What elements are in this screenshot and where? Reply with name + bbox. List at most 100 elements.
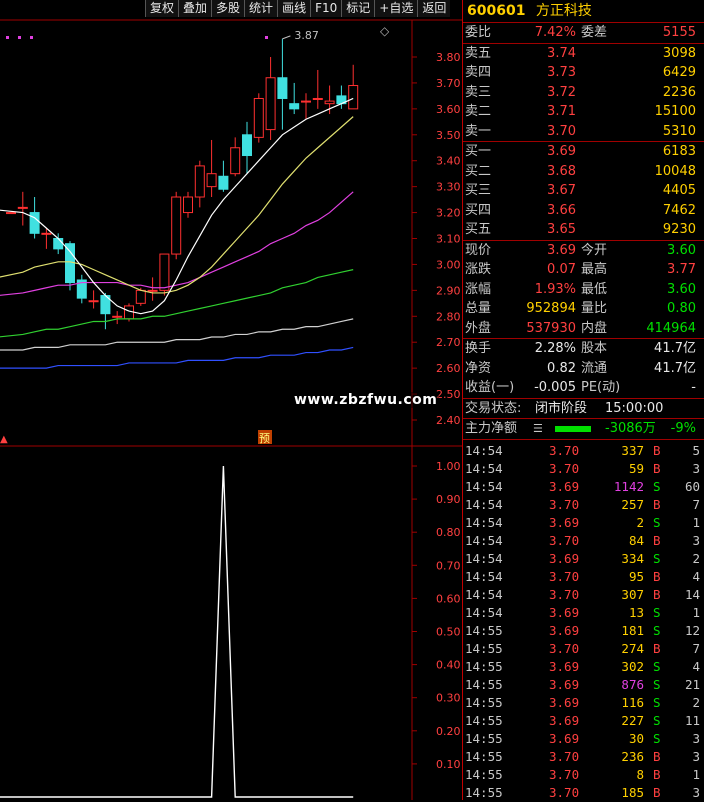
tick-time: 14:54 [465, 496, 503, 512]
tick-price: 3.69 [549, 712, 580, 728]
tick-side: S [653, 694, 661, 710]
price-tick-label: 3.80 [436, 51, 461, 64]
stat-label: 量比 [581, 301, 608, 316]
tick-volume: 181 [621, 622, 644, 638]
ma-line-ma120 [0, 318, 354, 351]
tick-time: 14:54 [465, 442, 503, 458]
tick-time: 14:55 [465, 712, 503, 728]
bid-row[interactable]: 买二 3.68 10048 [463, 162, 704, 182]
tick-side: B [653, 766, 661, 782]
stat-label: 内盘 [581, 320, 608, 336]
tick-price: 3.70 [549, 496, 580, 512]
toolbar-button[interactable]: 标记 [341, 0, 375, 17]
price-tick-label: 2.50 [436, 388, 461, 401]
stock-title[interactable]: 600601 方正科技 [463, 0, 704, 22]
price-tick-label: 2.60 [436, 362, 461, 375]
tick-side: B [653, 748, 661, 764]
toolbar-button[interactable]: 叠加 [178, 0, 212, 17]
weicha-label: 委差 [581, 25, 608, 40]
tick-count: 7 [692, 640, 700, 656]
tick-price: 3.70 [549, 748, 580, 764]
level-label: 卖二 [465, 104, 492, 119]
indicator-tick-label: 0.10 [436, 758, 461, 771]
tick-volume: 84 [628, 532, 644, 548]
tick-count: 4 [692, 658, 700, 674]
candle-body [301, 100, 311, 103]
candle-body [194, 165, 205, 198]
ask-row[interactable]: 卖一 3.70 5310 [463, 122, 704, 142]
tick-volume: 13 [628, 604, 644, 620]
tick-time: 14:55 [465, 658, 503, 674]
tick-count: 11 [684, 712, 700, 728]
price-tick-label: 3.20 [436, 207, 461, 220]
zhuli-row[interactable]: 主力净额 ☰ -3086万 -9% [463, 419, 704, 439]
tick-price: 3.69 [549, 658, 580, 674]
tick-row: 14:54 3.69 334 S 2 [463, 550, 704, 568]
ask-row[interactable]: 卖三 3.72 2236 [463, 83, 704, 103]
bid-row[interactable]: 买四 3.66 7462 [463, 201, 704, 221]
price-tick-label: 3.30 [436, 181, 461, 194]
tick-side: S [653, 622, 661, 638]
signal-dot [265, 36, 268, 39]
tick-time: 14:54 [465, 568, 503, 584]
quote-row: 外盘 537930 内盘 414964 [463, 319, 704, 339]
stat-value: 3.60 [667, 242, 696, 258]
toolbar-button[interactable]: 复权 [145, 0, 179, 17]
stat-label: 外盘 [465, 320, 492, 336]
indicator-tick-label: 0.50 [436, 626, 461, 639]
tick-count: 3 [692, 730, 700, 746]
zhuli-value: -3086万 [605, 421, 656, 436]
doc-icon[interactable]: ☰ [533, 419, 543, 439]
ask-row[interactable]: 卖二 3.71 15100 [463, 102, 704, 122]
level-price: 3.74 [547, 45, 576, 61]
toolbar-button[interactable]: F10 [310, 0, 342, 17]
bid-row[interactable]: 买五 3.65 9230 [463, 220, 704, 240]
signal-dot [18, 36, 21, 39]
stat-label: 现价 [465, 242, 492, 258]
tick-volume: 8 [636, 766, 644, 782]
tick-volume: 59 [628, 460, 644, 476]
trade-status-value: 闭市阶段 [535, 400, 588, 416]
level-label: 卖一 [465, 123, 492, 139]
toolbar-button[interactable]: 画线 [277, 0, 311, 17]
level-price: 3.68 [547, 163, 576, 179]
ask-row[interactable]: 卖五 3.74 3098 [463, 44, 704, 64]
stat-value: -0.005 [534, 380, 576, 395]
stat-value: 952894 [526, 301, 576, 316]
tick-time: 14:54 [465, 550, 503, 566]
candle-body [312, 97, 323, 100]
yu-tag: 预 [259, 432, 270, 445]
toolbar-button[interactable]: 统计 [244, 0, 278, 17]
weibi-label: 委比 [465, 25, 492, 40]
tick-row: 14:54 3.70 59 B 3 [463, 460, 704, 478]
tick-price: 3.69 [549, 514, 580, 530]
tick-time: 14:54 [465, 532, 503, 548]
level-label: 买五 [465, 222, 492, 237]
weibi-row: 委比 7.42% 委差 5155 [463, 23, 704, 43]
kline-chart-area[interactable]: 3.80 3.70 3.60 3.50 3.40 3.30 3.20 3.10 3.00 2.90… [0, 0, 462, 800]
ask-row[interactable]: 卖四 3.73 6429 [463, 63, 704, 83]
tick-row: 14:55 3.70 185 B 3 [463, 784, 704, 802]
stat-label: 今开 [581, 242, 608, 258]
toolbar-button[interactable]: 返回 [417, 0, 451, 17]
toolbar-button[interactable]: 多股 [211, 0, 245, 17]
bid-row[interactable]: 买一 3.69 6183 [463, 142, 704, 162]
tick-count: 3 [692, 532, 700, 548]
tick-price: 3.69 [549, 622, 580, 638]
tick-time: 14:54 [465, 460, 503, 476]
tick-side: S [653, 478, 661, 494]
candle-body [6, 212, 16, 215]
tick-volume: 307 [621, 586, 644, 602]
tick-side: S [653, 550, 661, 566]
stat-value: 0.80 [667, 301, 696, 316]
tick-count: 4 [692, 568, 700, 584]
tick-row: 14:54 3.70 307 B 14 [463, 586, 704, 604]
tick-row: 14:54 3.69 2 S 1 [463, 514, 704, 532]
tick-volume: 236 [621, 748, 644, 764]
ma-line-ma250 [0, 346, 354, 369]
tick-list[interactable]: 14:54 3.70 337 B 5 14:54 3.70 59 B 3 14:54 3.69 1142… [463, 440, 704, 802]
bid-row[interactable]: 买三 3.67 4405 [463, 181, 704, 201]
tick-price: 3.69 [549, 676, 580, 692]
toolbar-button[interactable]: +自选 [374, 0, 418, 17]
tick-side: B [653, 586, 661, 602]
